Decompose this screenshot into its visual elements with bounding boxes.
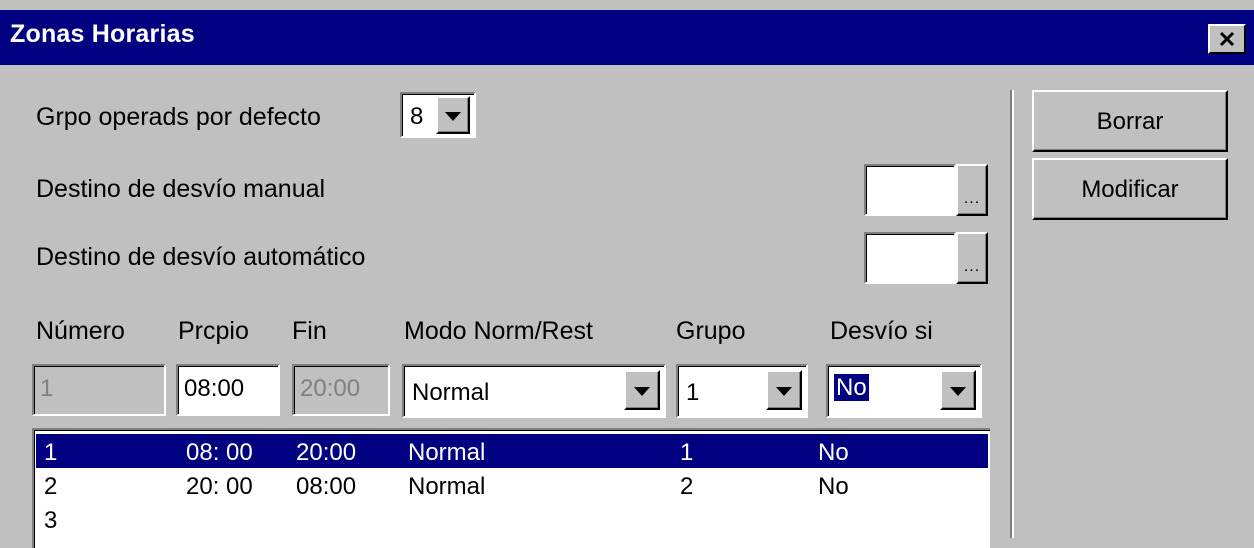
fin-field: 20:00	[292, 364, 390, 416]
table-row[interactable]: 2 20: 00 08:00 Normal 2 No	[36, 468, 988, 502]
table-row[interactable]: 1 08: 00 20:00 Normal 1 No	[36, 434, 988, 468]
borrar-button[interactable]: Borrar	[1032, 90, 1228, 152]
chevron-down-icon	[634, 387, 650, 396]
ellipsis-icon: ...	[963, 258, 981, 275]
grupo-defecto-label: Grpo operads por defecto	[36, 103, 321, 131]
numero-value: 1	[40, 375, 54, 402]
principio-field[interactable]: 08:00	[176, 364, 280, 416]
grupo-defecto-value: 8	[410, 103, 424, 130]
chevron-down-icon	[445, 112, 461, 121]
cell-desvio: No	[818, 439, 849, 466]
grupo-defecto-dropdown-button[interactable]	[436, 96, 470, 134]
desvio-dropdown-button[interactable]	[940, 370, 976, 410]
desvio-manual-field[interactable]	[864, 164, 956, 216]
desvio-auto-browse-button[interactable]: ...	[956, 232, 988, 284]
close-button[interactable]	[1208, 24, 1246, 54]
desvio-value-wrap: No	[834, 374, 869, 402]
grupo-defecto-select[interactable]: 8	[400, 92, 476, 138]
cell-modo: Normal	[408, 439, 486, 466]
col-header-numero: Número	[36, 317, 125, 345]
ellipsis-icon: ...	[963, 190, 981, 207]
cell-principio: 20: 00	[186, 473, 253, 500]
window-title: Zonas Horarias	[10, 20, 195, 48]
cell-fin: 20:00	[296, 439, 357, 466]
grupo-value: 1	[686, 379, 700, 406]
principio-value: 08:00	[184, 375, 245, 402]
time-zone-list[interactable]: 1 08: 00 20:00 Normal 1 No 2 20: 00 08:0…	[32, 428, 990, 548]
cell-numero: 3	[44, 507, 58, 534]
col-header-modo: Modo Norm/Rest	[404, 317, 593, 345]
numero-field: 1	[32, 364, 166, 416]
modo-dropdown-button[interactable]	[624, 370, 660, 410]
desvio-manual-browse-button[interactable]: ...	[956, 164, 988, 216]
borrar-label: Borrar	[1096, 108, 1164, 135]
modificar-button[interactable]: Modificar	[1032, 158, 1228, 220]
grupo-select[interactable]: 1	[676, 364, 808, 418]
desvio-select[interactable]: No	[826, 364, 982, 418]
cell-fin: 08:00	[296, 473, 357, 500]
fin-value: 20:00	[300, 375, 361, 402]
cell-numero: 1	[44, 439, 58, 466]
chevron-down-icon	[776, 387, 792, 396]
desvio-value: No	[834, 374, 869, 401]
modo-select[interactable]: Normal	[402, 364, 666, 418]
grupo-dropdown-button[interactable]	[766, 370, 802, 410]
cell-grupo: 1	[680, 439, 694, 466]
desvio-manual-label: Destino de desvío manual	[36, 175, 326, 203]
chevron-down-icon	[950, 387, 966, 396]
title-bar: Zonas Horarias	[0, 10, 1254, 65]
close-icon	[1219, 31, 1235, 47]
cell-numero: 2	[44, 473, 58, 500]
modo-value: Normal	[412, 379, 490, 406]
col-header-principio: Prcpio	[178, 317, 249, 345]
col-header-fin: Fin	[292, 317, 327, 345]
cell-modo: Normal	[408, 473, 486, 500]
desvio-auto-field[interactable]	[864, 232, 956, 284]
col-header-grupo: Grupo	[676, 317, 746, 345]
cell-grupo: 2	[680, 473, 694, 500]
cell-desvio: No	[818, 473, 849, 500]
table-row[interactable]: 3	[36, 502, 988, 536]
col-header-desvio: Desvío si	[830, 317, 933, 345]
modificar-label: Modificar	[1081, 176, 1179, 203]
desvio-auto-label: Destino de desvío automático	[36, 243, 366, 271]
vertical-separator	[1010, 90, 1014, 538]
cell-principio: 08: 00	[186, 439, 253, 466]
